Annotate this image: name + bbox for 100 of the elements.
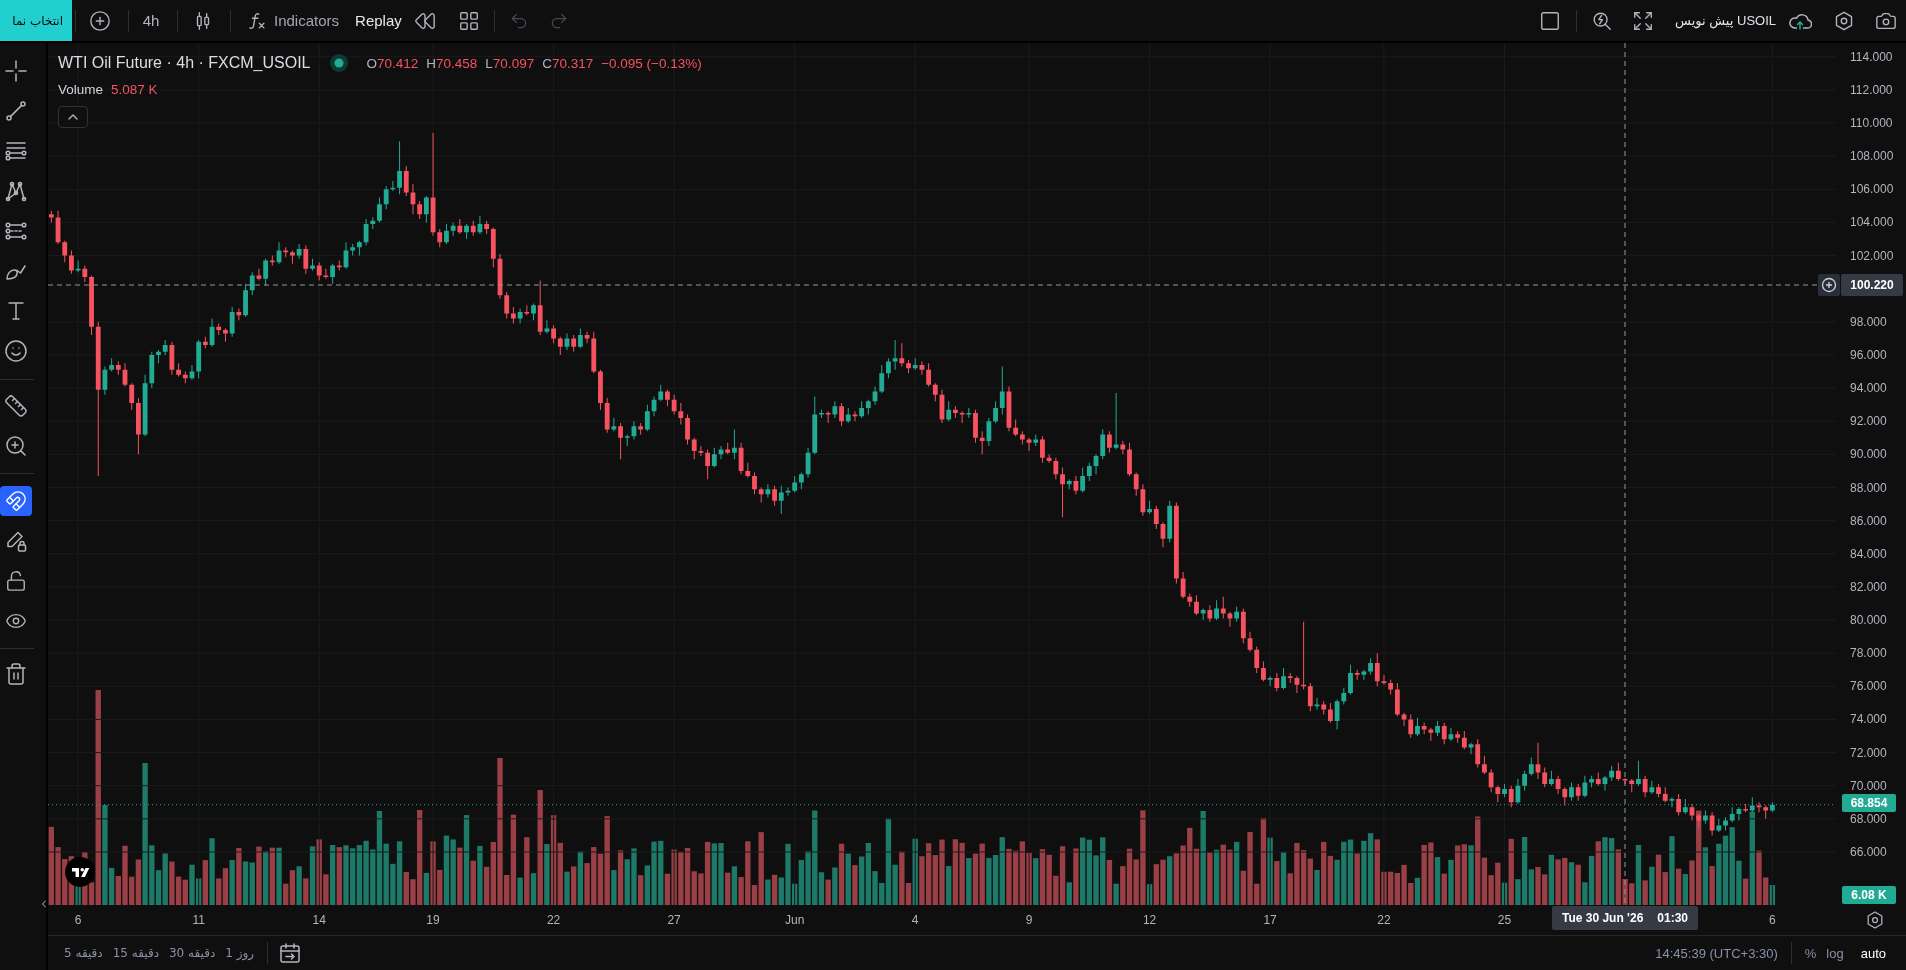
- symbol-title: WTI Oil Future · 4h · FXCM_USOIL: [58, 54, 311, 72]
- timeframe-button[interactable]: 5 دقیقه: [59, 940, 108, 966]
- candlestick: [1662, 787, 1668, 803]
- price-scale-label: 108.000: [1850, 150, 1894, 163]
- candlestick: [1060, 467, 1065, 518]
- candlestick: [1287, 673, 1293, 683]
- volume-label: Volume: [58, 81, 104, 97]
- candlestick: [1495, 785, 1501, 803]
- time-scale-label: 17: [1263, 914, 1277, 926]
- time-scale-label: Jun: [785, 914, 805, 926]
- price-scale-label: 112.000: [1850, 83, 1893, 96]
- replay-button[interactable]: Replay: [347, 4, 444, 37]
- timezone-button[interactable]: 14:45:39 (UTC+3:30): [1653, 940, 1780, 966]
- smiley-icon[interactable]: [4, 339, 28, 363]
- candlestick: [1267, 676, 1273, 687]
- time-scale-label: 11: [192, 914, 205, 926]
- price-scale-label: 74.000: [1850, 713, 1887, 726]
- candlestick: [537, 280, 543, 336]
- candlestick: [1575, 784, 1581, 801]
- timeframe-button[interactable]: 1 روز: [220, 940, 260, 966]
- candlestick: [1696, 813, 1702, 829]
- candlestick: [350, 243, 356, 256]
- fullscreen-icon[interactable]: [1632, 9, 1655, 32]
- ohlc-value: C70.317: [542, 55, 594, 71]
- ruler-icon[interactable]: [4, 394, 28, 418]
- candlestick: [1763, 805, 1769, 819]
- plus-circle-icon[interactable]: [1818, 274, 1840, 296]
- candlestick: [109, 358, 115, 372]
- collapse-button[interactable]: [58, 106, 88, 128]
- candlestick: [1354, 669, 1360, 680]
- candlestick: [611, 417, 617, 432]
- candlestick: [658, 384, 664, 402]
- timeframe-button[interactable]: 30 دقیقه: [164, 940, 221, 966]
- candlestick: [778, 485, 784, 515]
- candlestick: [176, 363, 181, 377]
- candlestick: [691, 437, 697, 460]
- candlestick: [336, 260, 342, 271]
- interval-button[interactable]: 4h: [129, 4, 173, 37]
- pattern-icon[interactable]: [4, 179, 28, 203]
- candlestick: [725, 442, 731, 455]
- scale-mode-button[interactable]: %: [1799, 940, 1822, 966]
- calendar-arrow-icon[interactable]: [278, 941, 303, 965]
- time-scale-label: 19: [426, 914, 440, 926]
- candlestick: [1361, 669, 1367, 680]
- timeframe-button[interactable]: 15 دقیقه: [107, 940, 164, 966]
- price-scale-label: 72.000: [1850, 746, 1887, 759]
- scale-mode-button[interactable]: log: [1821, 940, 1849, 966]
- candlestick: [296, 243, 302, 259]
- settings-icon[interactable]: [1865, 910, 1885, 930]
- candlestick: [865, 399, 871, 415]
- crosshair-price-label: 100.220: [1841, 274, 1903, 296]
- price-scale-label: 92.000: [1850, 415, 1887, 428]
- candlestick: [1656, 784, 1661, 798]
- symbol-search-button[interactable]: انتخاب نما: [0, 0, 72, 41]
- candlestick: [62, 240, 68, 263]
- price-scale-label: 84.000: [1850, 547, 1887, 560]
- candlestick: [638, 422, 644, 435]
- trend-line-icon[interactable]: [4, 99, 28, 123]
- candlestick: [745, 462, 751, 478]
- price-change: −0.095 (−0.13%): [601, 55, 702, 71]
- logo-icon[interactable]: [65, 857, 95, 887]
- indicators-button[interactable]: Indicators: [231, 4, 348, 37]
- price-scale-label: 114.000: [1850, 50, 1893, 63]
- price-scale-label: 76.000: [1850, 680, 1887, 693]
- price-scale-label: 70.000: [1850, 779, 1887, 792]
- scale-mode-button[interactable]: auto: [1848, 940, 1898, 966]
- ohlc-value: O70.412: [366, 55, 419, 71]
- candlestick: [1636, 760, 1641, 786]
- horizontal-lines-icon[interactable]: [4, 139, 28, 163]
- layout-name-button[interactable]: پیش نویس USOIL: [1673, 5, 1778, 36]
- crosshair-time-text: 01:30: [1657, 911, 1688, 925]
- trash-icon[interactable]: [4, 662, 28, 686]
- candlestick: [323, 268, 329, 279]
- candlestick: [557, 336, 563, 355]
- candlestick: [999, 366, 1005, 415]
- settings-icon[interactable]: [1833, 9, 1855, 32]
- plus-circle-icon[interactable]: [89, 9, 111, 32]
- price-scale-label: 78.000: [1850, 647, 1887, 660]
- price-scale-label: 90.000: [1850, 448, 1887, 461]
- magnet-button[interactable]: [0, 486, 32, 516]
- time-scale-label: 4: [911, 914, 919, 926]
- candlestick: [1107, 431, 1112, 453]
- candlestick: [678, 403, 684, 425]
- candlestick: [731, 429, 737, 460]
- candlestick: [618, 422, 623, 460]
- price-scale-label: 86.000: [1850, 514, 1887, 527]
- grid-icon[interactable]: [457, 9, 480, 32]
- price-scale-label: 80.000: [1850, 614, 1887, 627]
- candlestick: [290, 250, 295, 264]
- crosshair-icon[interactable]: [4, 59, 28, 83]
- square-icon[interactable]: [1539, 9, 1562, 32]
- candlestick: [223, 328, 228, 342]
- candlestick: [1743, 803, 1749, 813]
- candlestick: [1629, 779, 1635, 793]
- candlestick: [544, 320, 550, 334]
- candlestick: [1281, 668, 1286, 690]
- candlestick: [531, 303, 536, 321]
- candlestick: [1301, 621, 1307, 690]
- candlestick: [450, 222, 456, 236]
- zoom-in-icon[interactable]: [4, 434, 28, 458]
